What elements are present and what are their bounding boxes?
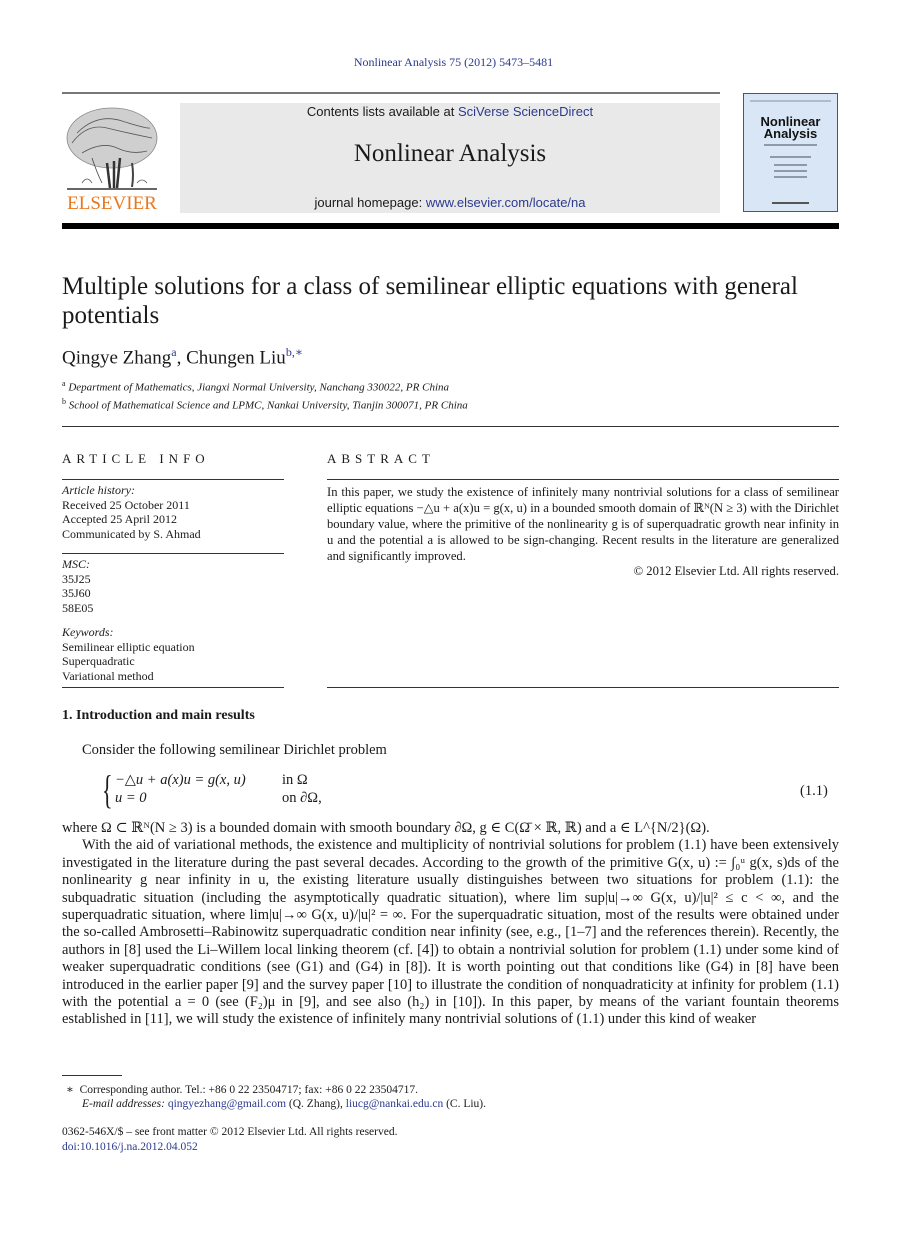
where-line: where Ω ⊂ ℝᴺ(N ≥ 3) is a bounded domain …	[62, 820, 710, 836]
intro-paragraph: With the aid of variational methods, the…	[62, 837, 839, 1028]
cover-line	[774, 170, 807, 172]
author-affil-marker[interactable]: a	[171, 345, 176, 359]
section-rule	[62, 426, 839, 427]
running-head[interactable]: Nonlinear Analysis 75 (2012) 5473–5481	[0, 55, 907, 70]
author-name: Qingye Zhang	[62, 347, 172, 369]
cover-line	[774, 176, 807, 178]
cover-line	[772, 202, 809, 204]
homepage-link[interactable]: www.elsevier.com/locate/na	[426, 195, 586, 210]
abstract-text: In this paper, we study the existence of…	[327, 485, 839, 563]
doi-link[interactable]: doi:10.1016/j.na.2012.04.052	[62, 1141, 198, 1153]
email-link[interactable]: liucg@nankai.edu.cn	[346, 1098, 443, 1110]
info-rule	[62, 553, 284, 554]
corresponding-author-note: ∗ Corresponding author. Tel.: +86 0 22 2…	[66, 1084, 418, 1096]
article-title: Multiple solutions for a class of semili…	[62, 273, 798, 329]
cover-title: Nonlinear Analysis	[760, 114, 821, 141]
article-history: Article history: Received 25 October 201…	[62, 483, 201, 541]
homepage-line: journal homepage: www.elsevier.com/locat…	[180, 195, 720, 210]
homepage-prefix: journal homepage:	[314, 195, 426, 210]
cover-line	[774, 164, 807, 166]
info-rule	[62, 687, 284, 688]
author-list: Qingye Zhanga, Chungen Liub,∗	[62, 345, 303, 369]
contents-prefix: Contents lists available at	[306, 104, 458, 119]
front-matter: 0362-546X/$ – see front matter © 2012 El…	[62, 1126, 398, 1138]
email-link[interactable]: qingyezhang@gmail.com	[168, 1098, 286, 1110]
equation-line2-rhs: on ∂Ω,	[282, 790, 322, 806]
keywords: Keywords: Semilinear elliptic equation S…	[62, 625, 195, 683]
article-info-heading: ARTICLE INFO	[62, 451, 210, 466]
elsevier-logo-text: ELSEVIER	[67, 193, 157, 214]
equation-number: (1.1)	[800, 783, 828, 799]
affiliation: a Department of Mathematics, Jiangxi Nor…	[62, 379, 449, 394]
email-note: E-mail addresses: qingyezhang@gmail.com …	[82, 1098, 487, 1110]
abstract-heading: ABSTRACT	[327, 451, 435, 466]
sciencedirect-link[interactable]: SciVerse ScienceDirect	[458, 104, 593, 119]
author-name: Chungen Liu	[186, 347, 286, 369]
cover-line	[770, 156, 811, 158]
abstract-rule	[327, 687, 839, 688]
author-affil-marker[interactable]: b,∗	[286, 345, 303, 359]
info-rule	[62, 479, 284, 480]
affiliation: b School of Mathematical Science and LPM…	[62, 397, 468, 412]
abstract-rule	[327, 479, 839, 480]
abstract-copyright: © 2012 Elsevier Ltd. All rights reserved…	[633, 564, 839, 578]
cover-line	[764, 144, 817, 146]
footnote-rule	[62, 1075, 122, 1076]
cover-header-bar	[750, 100, 831, 102]
header-thick-rule	[62, 223, 839, 229]
section-heading: 1. Introduction and main results	[62, 708, 255, 723]
header-rule	[62, 92, 720, 94]
journal-name: Nonlinear Analysis	[353, 140, 547, 167]
intro-sentence: Consider the following semilinear Dirich…	[82, 742, 387, 758]
msc-codes: MSC: 35J25 35J60 58E05	[62, 557, 94, 615]
equation-line2-lhs: u = 0	[115, 790, 147, 806]
equation-brace: {	[102, 767, 113, 812]
contents-line: Contents lists available at SciVerse Sci…	[180, 104, 720, 119]
journal-cover-thumbnail[interactable]: Nonlinear Analysis	[743, 93, 838, 212]
equation-line1-lhs: −△u + a(x)u = g(x, u)	[115, 772, 246, 788]
equation-line1-rhs: in Ω	[282, 772, 308, 788]
body-text: where Ω ⊂ ℝᴺ(N ≥ 3) is a bounded domain …	[62, 820, 839, 1029]
